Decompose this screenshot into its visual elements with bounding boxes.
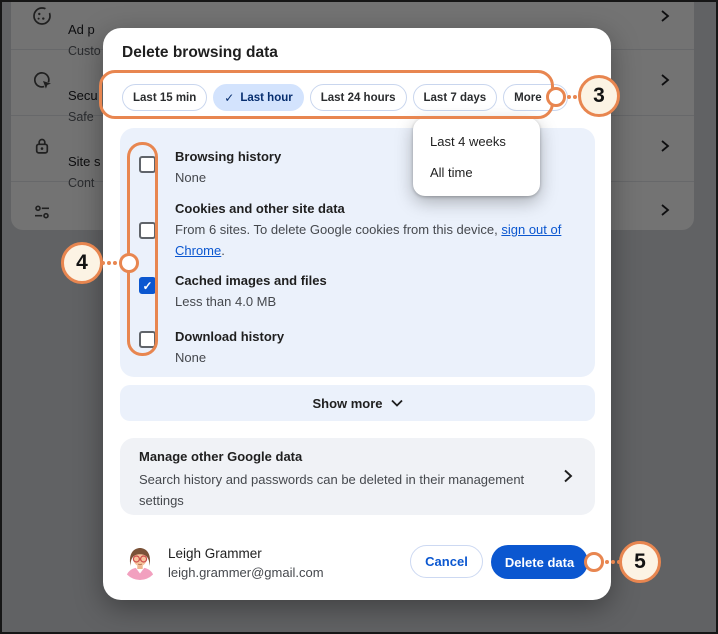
row-cached-images: Cached images and files Less than 4.0 MB: [175, 273, 597, 312]
screen: Third-party cookies Third Ad p Custo: [0, 0, 718, 634]
annotation-connector-dot: [584, 552, 604, 572]
show-more-button[interactable]: Show more: [120, 385, 595, 421]
manage-google-data-row[interactable]: Manage other Google data Search history …: [120, 438, 595, 515]
row-cookies: Cookies and other site data From 6 sites…: [175, 201, 597, 261]
row-title: Cached images and files: [175, 273, 327, 288]
menu-item-last-4-weeks[interactable]: Last 4 weeks: [413, 126, 540, 157]
manage-title: Manage other Google data: [139, 449, 303, 464]
annotation-connector-dot: [119, 253, 139, 273]
dialog-title: Delete browsing data: [122, 44, 278, 61]
row-title: Cookies and other site data: [175, 201, 345, 216]
show-more-label: Show more: [312, 395, 383, 411]
delete-data-button[interactable]: Delete data: [491, 545, 588, 579]
annotation-box-checkboxes: [127, 142, 158, 356]
menu-item-all-time[interactable]: All time: [413, 157, 540, 188]
more-dropdown-menu: Last 4 weeks All time: [413, 118, 540, 196]
manage-subtitle: Search history and passwords can be dele…: [139, 472, 525, 508]
annotation-step-3: 3: [578, 75, 620, 117]
row-detail: From 6 sites. To delete Google cookies f…: [175, 219, 597, 261]
chevron-right-icon: [564, 469, 573, 483]
account-name: Leigh Grammer: [168, 546, 262, 561]
annotation-box-time-range: [99, 70, 554, 119]
avatar-illustration: [122, 544, 158, 580]
detail-text: .: [221, 243, 225, 258]
row-download-history: Download history None: [175, 329, 597, 368]
annotation-step-4: 4: [61, 242, 103, 284]
row-detail: Less than 4.0 MB: [175, 294, 277, 309]
cancel-button[interactable]: Cancel: [410, 545, 483, 578]
annotation-dotted-line: [101, 261, 117, 265]
annotation-step-5: 5: [619, 541, 661, 583]
avatar: [122, 544, 158, 580]
chevron-down-icon: [390, 399, 403, 407]
row-title: Download history: [175, 329, 285, 344]
row-detail: None: [175, 350, 207, 365]
annotation-connector-dot: [546, 87, 566, 107]
account-email: leigh.grammer@gmail.com: [168, 565, 324, 580]
detail-text: From 6 sites. To delete Google cookies f…: [175, 222, 502, 237]
